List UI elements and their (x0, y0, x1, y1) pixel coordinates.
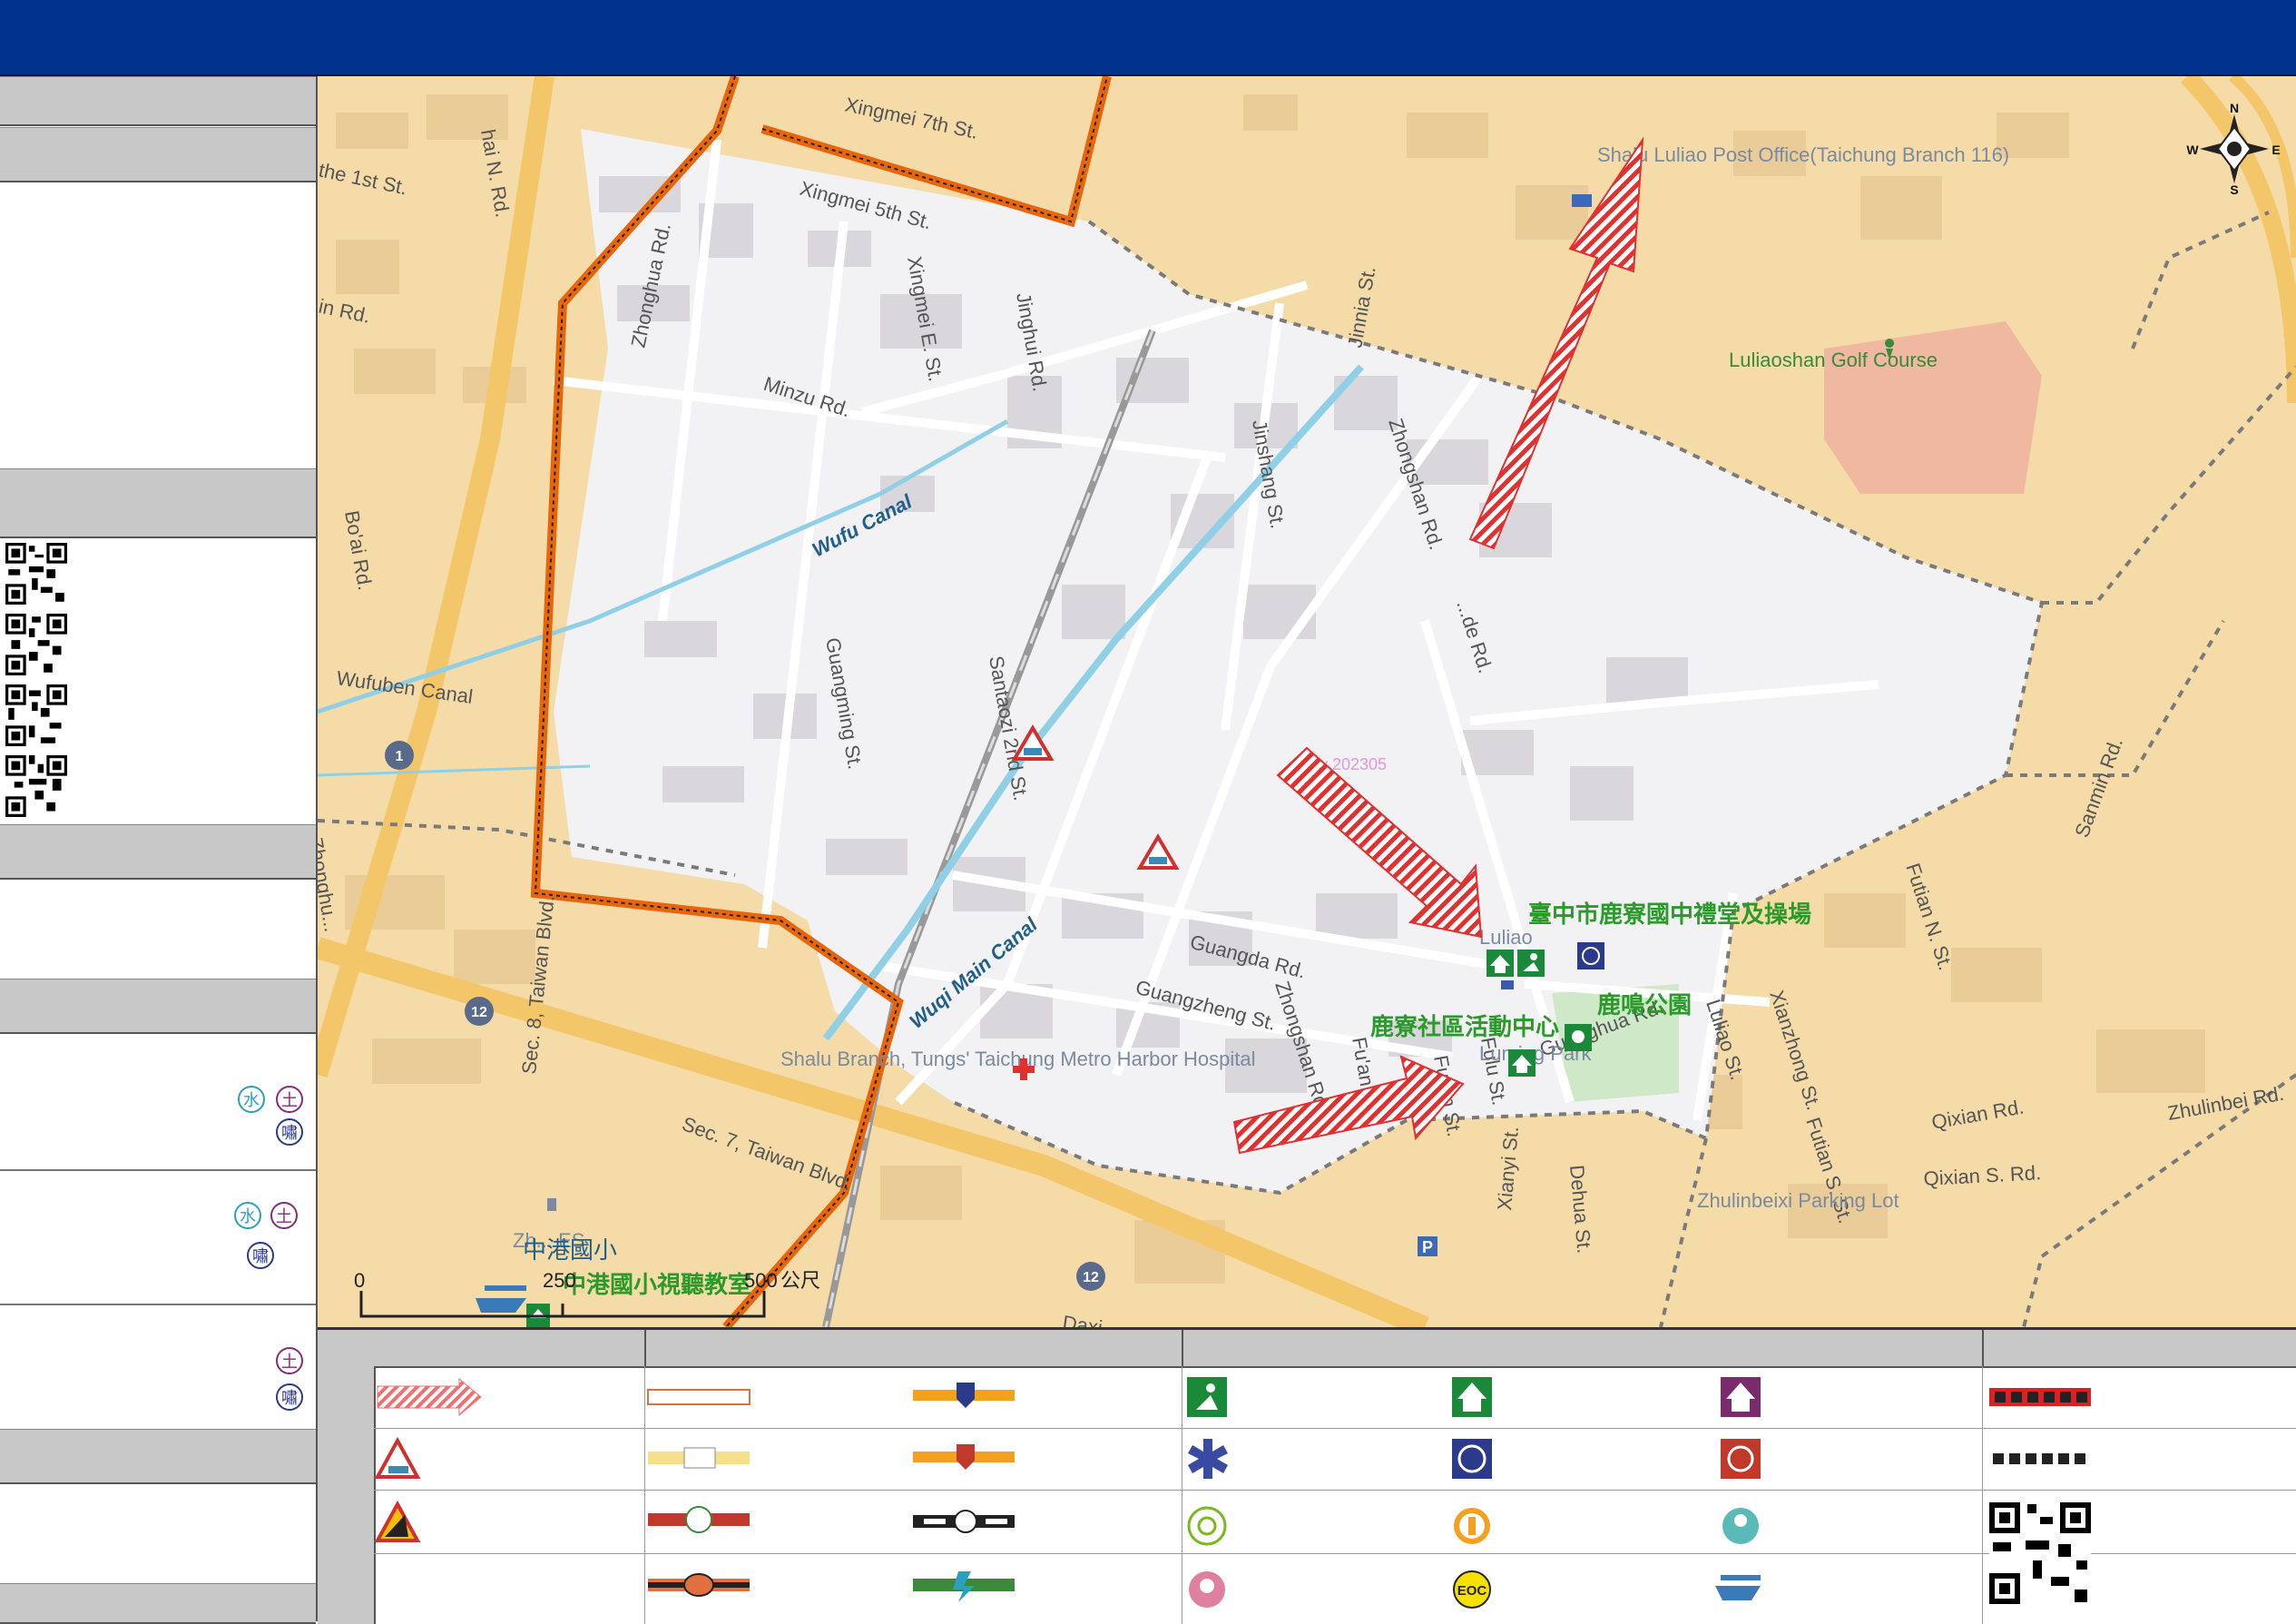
highway-shield-red-icon (913, 1444, 1015, 1470)
family-shelter-icon[interactable] (1565, 1024, 1592, 1051)
helicopter-icon (1715, 1575, 1761, 1600)
shelter-label-luming-park: 鹿鳴公園 (1597, 991, 1692, 1019)
scale-tick-250: 250 (543, 1269, 576, 1292)
tsunami-badge: 嘯 (276, 1383, 303, 1411)
scale-unit: 公尺 (780, 1270, 820, 1293)
indoor-shelter-icon (1452, 1377, 1492, 1417)
sidebar-section-header (0, 76, 316, 126)
fire-department-icon (1721, 1439, 1761, 1479)
title-bar (0, 0, 2296, 76)
flood-badge: 水 (234, 1202, 261, 1229)
outdoor-shelter-icon (1187, 1377, 1227, 1417)
indoor-shelter-icon[interactable] (1487, 950, 1514, 977)
purple-shelter-icon (1721, 1377, 1761, 1417)
scale-tick-0: 0 (354, 1269, 365, 1292)
county-road-icon (648, 1506, 750, 1533)
poi-label-luliao: Luliao (1479, 926, 1533, 949)
boundary-black-icon (1993, 1453, 2085, 1464)
landslide-badge: 土 (276, 1347, 303, 1374)
sidebar-divider (0, 1304, 316, 1305)
police-icon (1452, 1439, 1492, 1479)
post-box-icon (1501, 980, 1514, 989)
landslide-badge: 土 (276, 1086, 303, 1113)
post-office-icon[interactable] (1572, 194, 1592, 207)
tsunami-badge: 嘯 (247, 1242, 274, 1269)
child-shelter-icon (1722, 1508, 1759, 1544)
svg-text:P: P (1422, 1238, 1433, 1256)
evacuation-map[interactable]: 1 12 12 Xingmei 7th St. Xingmei 5th St. … (318, 76, 2296, 1327)
tsunami-badge: 嘯 (276, 1118, 303, 1146)
provincial-road-icon (648, 1447, 750, 1469)
sidebar-section-header (0, 468, 316, 538)
poi-label-post-office: Shalu Luliao Post Office(Taichung Branch… (1597, 143, 2009, 166)
qr-code-icon[interactable] (5, 684, 67, 746)
shelter-label-community-center: 鹿寮社區活動中心 (1370, 1013, 1559, 1041)
golf-course-area (1824, 321, 2042, 494)
school-label-zhonggang: 中港國小 (523, 1237, 617, 1265)
poi-label-parking: Zhulinbeixi Parking Lot (1697, 1189, 1899, 1212)
compass-w: W (2186, 143, 2199, 157)
qr-code-icon[interactable] (5, 755, 67, 817)
flood-badge: 水 (238, 1086, 265, 1113)
info-sidebar: 水 土 嘯 水 土 嘯 土 嘯 (0, 76, 318, 1624)
hsr-station-icon (913, 1571, 1015, 1602)
sidebar-section-header (0, 127, 316, 182)
accessible-shelter-icon (1187, 1506, 1227, 1546)
eoc-label: EOC (1457, 1583, 1487, 1599)
compass-n: N (2230, 101, 2239, 115)
qr-code-icon[interactable] (5, 614, 67, 675)
boundary-red-black-icon (1989, 1388, 2091, 1406)
family-shelter-icon (1189, 1571, 1225, 1608)
police-icon[interactable] (1577, 942, 1604, 969)
scale-tick-500: 500 (744, 1269, 778, 1292)
sidebar-section-header (0, 1429, 316, 1484)
shelter-label-hearing-room: 中港國小視聽教室 (563, 1271, 751, 1299)
medical-star-of-life-icon (1188, 1439, 1228, 1479)
flood-hazard-triangle-icon (374, 1436, 421, 1479)
outdoor-shelter-icon[interactable] (1517, 950, 1545, 977)
compass-e: E (2271, 143, 2280, 157)
local-road-icon (648, 1573, 750, 1597)
evacuation-arrow-icon (377, 1377, 482, 1417)
school-icon (547, 1198, 556, 1211)
indoor-shelter-icon[interactable] (1508, 1049, 1536, 1077)
route-1-label: 1 (396, 749, 404, 764)
road-legend-icon (647, 1389, 751, 1405)
sidebar-section-header (0, 1583, 316, 1624)
poi-label-golf: Luliaoshan Golf Course (1729, 349, 1938, 371)
shelter-label-junior-high: 臺中市鹿寮國中禮堂及操場 (1528, 901, 1811, 929)
landslide-triangle-icon (374, 1500, 421, 1542)
rail-station-icon (913, 1510, 1015, 1533)
elderly-shelter-icon (1454, 1508, 1490, 1544)
highway-shield-blue-icon (913, 1383, 1015, 1408)
route-12-label: 12 (1083, 1270, 1099, 1285)
qr-code-icon[interactable] (1989, 1502, 2091, 1604)
route-12-label: 12 (471, 1005, 487, 1020)
sidebar-section-header (0, 824, 316, 880)
map-legend: EOC (318, 1327, 2296, 1624)
sidebar-section-header (0, 979, 316, 1034)
sidebar-divider (0, 1169, 316, 1171)
landslide-badge: 土 (270, 1202, 298, 1229)
qr-code-icon[interactable] (5, 543, 67, 605)
compass-s: S (2230, 182, 2238, 197)
